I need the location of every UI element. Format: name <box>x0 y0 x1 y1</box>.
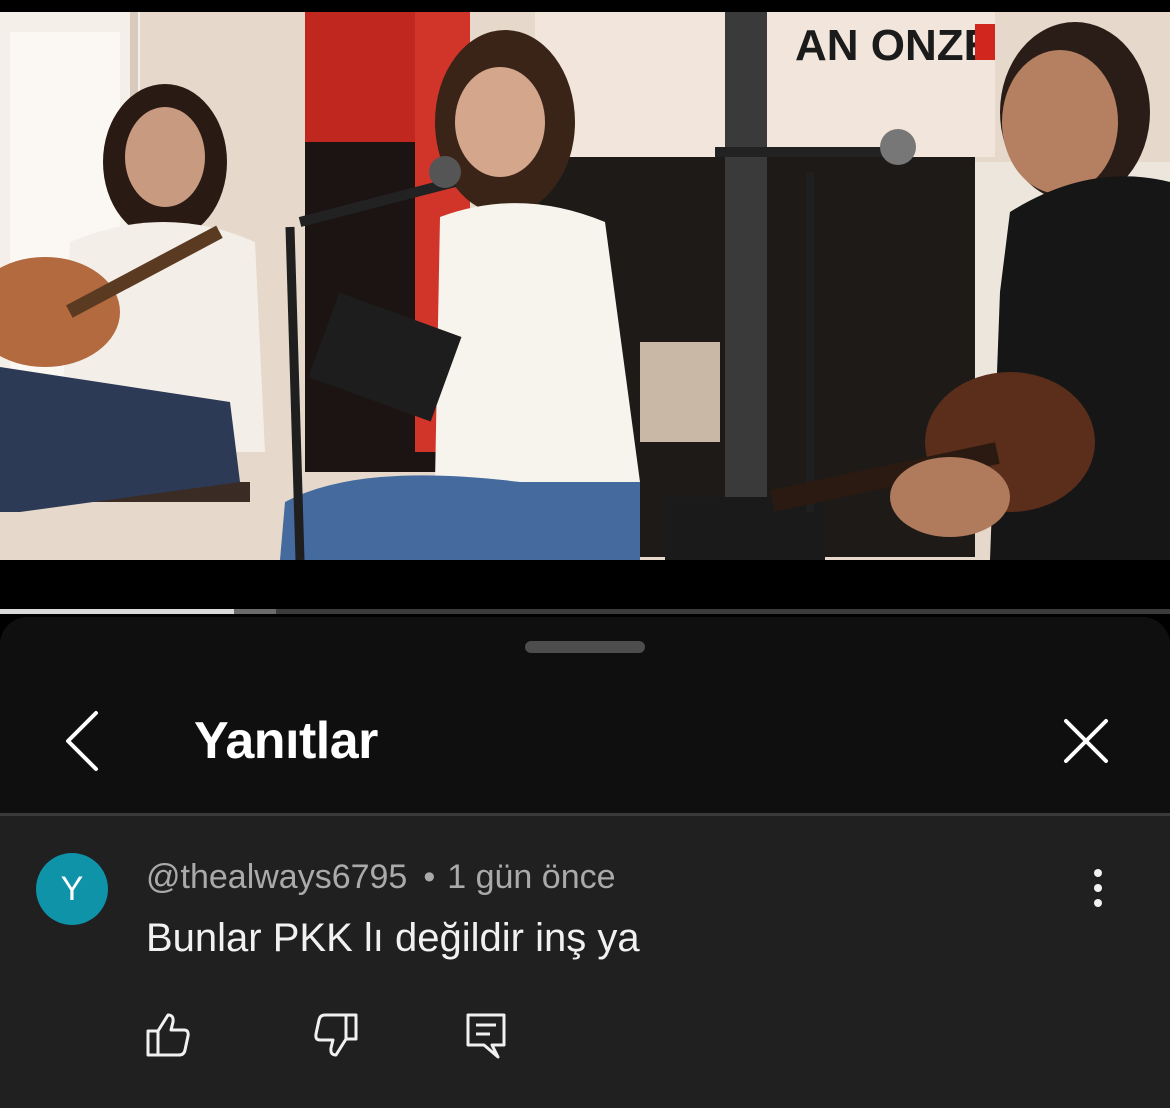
comment-meta: @thealways6795 • 1 gün önce <box>146 858 616 897</box>
reply-button[interactable] <box>462 1011 510 1059</box>
comment-text: Bunlar PKK lı değildir inş ya <box>146 916 640 960</box>
dislike-button[interactable] <box>312 1011 360 1059</box>
video-player[interactable]: AN ONZE <box>0 12 1170 560</box>
back-button[interactable] <box>56 709 112 773</box>
progress-played <box>0 609 234 614</box>
more-options-button[interactable] <box>1080 868 1116 908</box>
comment-author[interactable]: @thealways6795 <box>146 858 407 896</box>
video-progress-bar[interactable] <box>0 609 1170 614</box>
sheet-title: Yanıtlar <box>194 712 378 770</box>
more-vertical-icon <box>1094 869 1102 907</box>
video-frame: AN ONZE <box>0 12 1170 560</box>
comment-item: Y @thealways6795 • 1 gün önce Bunlar PKK l… <box>0 816 1170 1108</box>
thumbs-down-icon <box>314 1013 358 1057</box>
meta-separator: • <box>423 858 436 896</box>
close-icon <box>1064 719 1108 763</box>
avatar[interactable]: Y <box>36 853 108 925</box>
like-button[interactable] <box>144 1011 192 1059</box>
banner-text: AN ONZE <box>795 21 993 70</box>
drag-handle[interactable] <box>525 641 645 653</box>
comment-time: 1 gün önce <box>447 858 616 896</box>
replies-sheet: Yanıtlar Y @thealways6795 • 1 gün önce Bun… <box>0 617 1170 1108</box>
sheet-header: Yanıtlar <box>0 617 1170 813</box>
reply-comment-icon <box>466 1013 506 1059</box>
close-button[interactable] <box>1056 711 1116 771</box>
chevron-left-icon <box>66 711 98 771</box>
thumbs-up-icon <box>146 1013 190 1057</box>
